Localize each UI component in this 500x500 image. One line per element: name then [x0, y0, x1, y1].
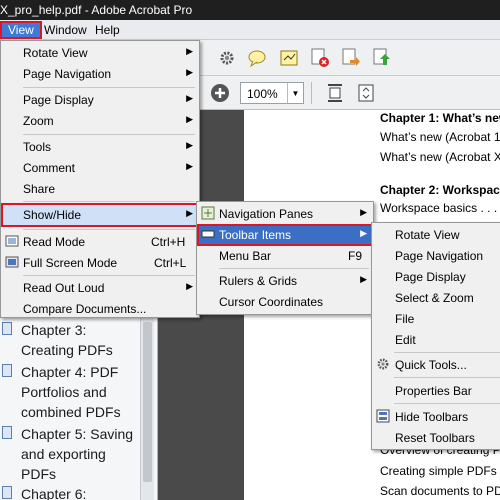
bookmark-item[interactable]: Chapter 3: Creating PDFs: [2, 320, 138, 360]
bookmark-icon: [2, 364, 12, 377]
menu-item-page-display[interactable]: Page Display ▶: [1, 89, 199, 111]
menu-item-rotate-view[interactable]: Rotate View ▶: [1, 42, 199, 64]
menu-item-read-mode[interactable]: Read Mode Ctrl+H: [1, 231, 199, 253]
menu-item-quick-tools[interactable]: Quick Tools...: [372, 354, 500, 376]
comment-icon[interactable]: [246, 47, 268, 69]
doc-line: Chapter 2: Workspace: [380, 183, 500, 197]
chevron-right-icon: ▶: [186, 114, 193, 124]
menu-divider: [23, 275, 195, 276]
doc-line: Chapter 1: What’s new: [380, 111, 500, 125]
menu-item-menu-bar[interactable]: Menu Bar F9: [197, 245, 373, 267]
menu-item-navigation-panes[interactable]: Navigation Panes ▶: [197, 203, 373, 225]
doc-line: What’s new (Acrobat X): [380, 150, 500, 164]
doc-line: Scan documents to PDF: [380, 484, 500, 498]
menu-item-edit[interactable]: Edit: [372, 329, 500, 351]
bookmark-item[interactable]: Chapter 4: PDF Portfolios and combined P…: [2, 362, 138, 422]
menu-item-hide-toolbars[interactable]: Hide Toolbars: [372, 406, 500, 428]
menu-item-toolbar-items[interactable]: Toolbar Items ▶: [197, 224, 373, 246]
menu-item-share[interactable]: Share: [1, 178, 199, 200]
toolbar-items-icon: [201, 227, 215, 241]
window-title: X_pro_help.pdf - Adobe Acrobat Pro: [0, 3, 193, 17]
chevron-right-icon: ▶: [360, 207, 367, 217]
chevron-down-icon[interactable]: ▼: [287, 83, 303, 103]
chevron-right-icon: ▶: [186, 46, 193, 56]
view-menu: Rotate View ▶ Page Navigation ▶ Page Dis…: [0, 40, 200, 318]
menu-item-comment[interactable]: Comment ▶: [1, 157, 199, 179]
menu-item-zoom[interactable]: Zoom ▶: [1, 110, 199, 132]
title-bar: X_pro_help.pdf - Adobe Acrobat Pro: [0, 0, 500, 20]
doc-line: Creating simple PDFs w: [380, 464, 500, 478]
chevron-right-icon: ▶: [186, 161, 193, 171]
menu-item-compare-documents[interactable]: Compare Documents...: [1, 298, 199, 320]
bookmark-label[interactable]: Chapter 4: PDF Portfolios and combined P…: [21, 362, 121, 422]
bookmark-icon: [2, 426, 12, 439]
doc-line: Workspace basics . . .: [380, 201, 498, 215]
gear-icon[interactable]: [216, 47, 238, 69]
share-doc-icon[interactable]: [371, 47, 393, 69]
menu-divider: [23, 229, 195, 230]
sign-icon[interactable]: [278, 47, 300, 69]
bookmark-item[interactable]: Chapter 6:: [2, 484, 138, 500]
navigation-panes-icon: [201, 206, 215, 220]
menu-divider: [23, 201, 195, 202]
menu-item-rulers-grids[interactable]: Rulers & Grids ▶: [197, 270, 373, 292]
zoom-combobox[interactable]: 100% ▼: [240, 82, 304, 104]
menu-item-read-out-loud[interactable]: Read Out Loud ▶: [1, 277, 199, 299]
chevron-right-icon: ▶: [186, 93, 193, 103]
menu-divider: [219, 268, 369, 269]
menu-divider: [23, 87, 195, 88]
menu-divider: [394, 377, 500, 378]
menu-item-tools[interactable]: Tools ▶: [1, 136, 199, 158]
scroll-thumb[interactable]: [143, 322, 152, 482]
menu-item-page-display[interactable]: Page Display: [372, 266, 500, 288]
chevron-right-icon: ▶: [360, 274, 367, 284]
cancel-doc-icon[interactable]: [309, 47, 331, 69]
bookmark-label[interactable]: Chapter 5: Saving and exporting PDFs: [21, 424, 133, 484]
hide-toolbars-icon: [376, 409, 390, 423]
chevron-right-icon: ▶: [186, 208, 193, 218]
full-screen-icon: [5, 255, 19, 269]
menu-item-select-zoom[interactable]: Select & Zoom: [372, 287, 500, 309]
menu-item-cursor-coordinates[interactable]: Cursor Coordinates: [197, 291, 373, 313]
chevron-right-icon: ▶: [360, 228, 367, 238]
bookmark-label[interactable]: Chapter 3: Creating PDFs: [21, 320, 113, 360]
forward-doc-icon[interactable]: [340, 47, 362, 69]
fit-width-icon[interactable]: [324, 82, 346, 104]
menu-bar: View Window Help: [0, 20, 500, 40]
toolbar-divider: [311, 82, 312, 104]
doc-line: What’s new (Acrobat 10: [380, 130, 500, 144]
bookmark-icon: [2, 486, 12, 499]
toolbar-items-menu: Rotate View Page Navigation Page Display…: [371, 222, 500, 450]
zoom-in-icon[interactable]: [209, 82, 231, 104]
menu-item-page-navigation[interactable]: Page Navigation: [372, 245, 500, 267]
nav-scrollbar[interactable]: [140, 318, 154, 500]
chevron-right-icon: ▶: [186, 140, 193, 150]
menu-divider: [23, 134, 195, 135]
chevron-right-icon: ▶: [186, 67, 193, 77]
bookmark-label[interactable]: Chapter 6:: [21, 484, 86, 500]
zoom-value[interactable]: 100%: [247, 87, 278, 101]
menu-view[interactable]: View: [0, 21, 42, 39]
menu-help[interactable]: Help: [89, 21, 126, 39]
menu-divider: [394, 403, 500, 404]
menu-item-page-navigation[interactable]: Page Navigation ▶: [1, 63, 199, 85]
toolbar-main: [195, 40, 500, 76]
menu-item-show-hide[interactable]: Show/Hide ▶: [1, 203, 199, 227]
menu-item-reset-toolbars[interactable]: Reset Toolbars: [372, 427, 500, 449]
show-hide-menu: Navigation Panes ▶ Toolbar Items ▶ Menu …: [196, 201, 374, 315]
menu-item-rotate-view[interactable]: Rotate View: [372, 224, 500, 246]
chevron-right-icon: ▶: [186, 281, 193, 291]
bookmark-icon: [2, 322, 12, 335]
navigation-pane: Chapter 3: Creating PDFs Chapter 4: PDF …: [0, 318, 158, 500]
fit-page-icon[interactable]: [355, 82, 377, 104]
gear-icon: [376, 357, 390, 371]
menu-item-properties-bar[interactable]: Properties Bar: [372, 380, 500, 402]
bookmark-item[interactable]: Chapter 5: Saving and exporting PDFs: [2, 424, 138, 484]
menu-window[interactable]: Window: [38, 21, 93, 39]
menu-divider: [394, 352, 500, 353]
menu-item-full-screen-mode[interactable]: Full Screen Mode Ctrl+L: [1, 252, 199, 274]
read-mode-icon: [5, 234, 19, 248]
menu-item-file[interactable]: File: [372, 308, 500, 330]
